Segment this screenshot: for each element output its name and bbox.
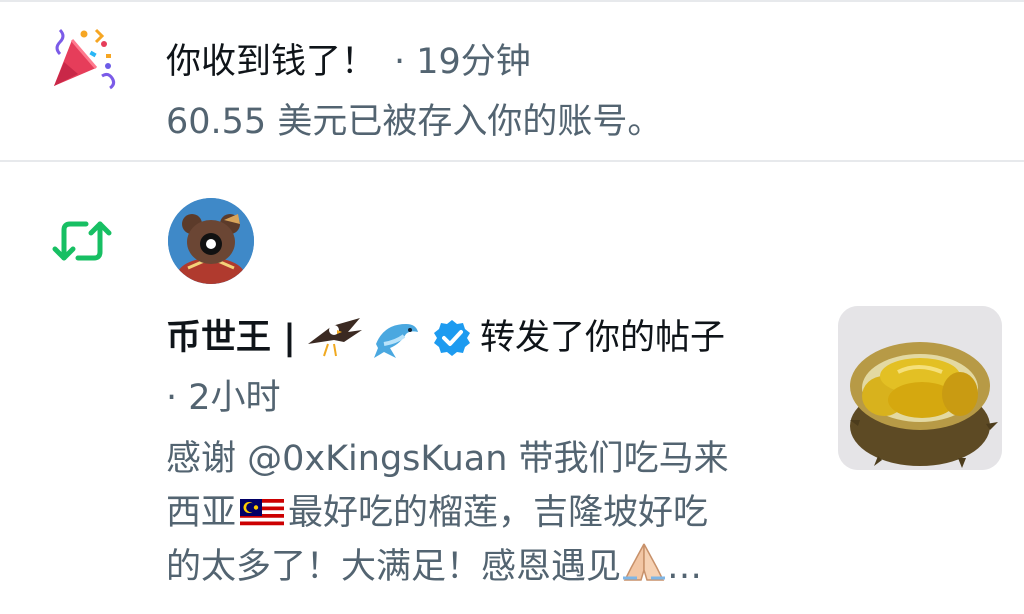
post-line: 西亚 最好吃的榴莲，吉隆坡好吃 [166,486,806,540]
party-popper-icon [54,28,116,90]
dolphin-icon [373,324,418,358]
avatar[interactable] [168,198,254,284]
post-ellipsis: … [667,547,703,587]
user-name[interactable]: 币世王 | [166,314,296,362]
durian-photo-thumbnail[interactable] [838,306,1002,470]
post-text[interactable]: 感谢 @0xKingsKuan 带我们吃马来 西亚 最好吃的榴莲，吉隆坡好吃 的… [166,432,806,594]
post-line-prefix: 西亚 [166,493,237,533]
praying-hands-icon [623,543,666,581]
repost-header: 币世王 | 转发了你的帖子 [166,314,725,362]
eagle-icon [307,318,362,357]
payment-title-line: 你收到钱了！ · 19分钟 [166,38,531,86]
payment-time: · 19分钟 [394,42,531,82]
post-line-rest: 最好吃的榴莲，吉隆坡好吃 [288,493,709,533]
post-line: 感谢 @0xKingsKuan 带我们吃马来 [166,439,729,479]
retweet-icon [52,221,112,261]
repost-action: 转发了你的帖子 [479,318,725,358]
payment-title: 你收到钱了！ [166,42,377,82]
verified-badge-icon [433,320,470,356]
row-divider [0,160,1024,162]
repost-time: · 2小时 [166,378,281,418]
top-divider [0,0,1024,2]
durian-photo-icon [838,306,1002,470]
post-line-text: 的太多了！大满足！感恩遇见 [166,547,622,587]
malaysia-flag-icon [240,499,285,529]
payment-message: 60.55 美元已被存入你的账号。 [166,102,663,142]
post-line: 的太多了！大满足！感恩遇见 … [166,540,806,594]
avatar-cartoon-bear-icon [168,198,254,284]
